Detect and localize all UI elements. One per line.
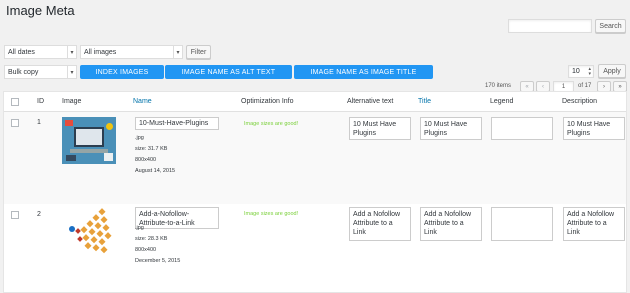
file-date: August 14, 2015 [135,168,176,174]
images-select[interactable]: All images ▾ [80,45,183,59]
col-alt: Alternative text [347,98,394,105]
col-title[interactable]: Title [418,98,431,105]
dates-select[interactable]: All dates ▾ [4,45,77,59]
page-total: of 17 [578,83,592,89]
table-row: 2 Add-a-Nofollow-Attribute-to-a-Link .jp… [4,204,626,292]
row-checkbox[interactable] [11,211,19,219]
legend-input[interactable] [491,117,553,140]
row-thumbnail[interactable] [62,207,116,257]
images-select-label: All images [84,48,117,56]
filter-button[interactable]: Filter [186,45,211,59]
file-ext: .jpg [135,225,144,231]
row-id: 1 [37,119,41,126]
search-button[interactable]: Search [595,19,626,33]
file-dims: 800x400 [135,247,157,253]
col-image: Image [62,98,82,105]
chevron-down-icon: ▾ [173,46,182,58]
index-images-button[interactable]: INDEX IMAGES [80,65,164,79]
row-id: 2 [37,211,41,218]
items-count: 170 items [485,83,512,89]
optimization-status: Image sizes are good! [244,211,299,217]
legend-input[interactable] [491,207,553,241]
file-size: size: 28.3 KB [135,236,168,242]
image-name-as-alt-button[interactable]: IMAGE NAME AS ALT TEXT [165,65,292,79]
optimization-status: Image sizes are good! [244,121,299,127]
chevron-down-icon: ▾ [67,46,76,58]
chevron-down-icon: ▾ [67,66,76,78]
bulk-action-select[interactable]: Bulk copy ▾ [4,65,77,79]
description-input[interactable]: Add a Nofollow Attribute to a Link [563,207,625,241]
file-meta: .jpg size: 31.7 KB 800x400 August 14, 20… [135,133,175,177]
image-name-as-title-button[interactable]: IMAGE NAME AS IMAGE TITLE [294,65,433,79]
table-row: 1 10-Must-Have-Plugins .jpg size: 31.7 K… [4,112,626,204]
row-thumbnail[interactable] [62,117,116,164]
col-id: ID [37,98,44,105]
media-table: ID Image Name Optimization Info Alternat… [3,91,627,293]
title-input[interactable]: Add a Nofollow Attribute to a Link [420,207,482,241]
bulk-action-label: Bulk copy [8,68,39,76]
col-description: Description [562,98,598,105]
title-input[interactable]: 10 Must Have Plugins [420,117,482,140]
search-input[interactable] [508,19,592,33]
file-size: size: 31.7 KB [135,146,168,152]
select-all-checkbox[interactable] [11,98,19,106]
per-page-input[interactable]: 10 ▴ ▾ [568,65,594,78]
col-optimization: Optimization Info [241,98,294,105]
col-legend: Legend [490,98,514,105]
page-title: Image Meta [6,3,75,18]
dates-select-label: All dates [8,48,35,56]
file-dims: 800x400 [135,157,157,163]
name-input[interactable]: 10-Must-Have-Plugins [135,117,219,130]
alt-text-input[interactable]: Add a Nofollow Attribute to a Link [349,207,411,241]
file-meta: .jpg size: 28.3 KB 800x400 December 5, 2… [135,223,180,267]
file-ext: .jpg [135,135,144,141]
description-input[interactable]: 10 Must Have Plugins [563,117,625,140]
stepper-icon[interactable]: ▴ ▾ [588,67,591,77]
col-name[interactable]: Name [133,98,152,105]
apply-button[interactable]: Apply [598,64,626,78]
per-page-value: 10 [572,68,580,75]
alt-text-input[interactable]: 10 Must Have Plugins [349,117,411,140]
row-checkbox[interactable] [11,119,19,127]
file-date: December 5, 2015 [135,258,181,264]
